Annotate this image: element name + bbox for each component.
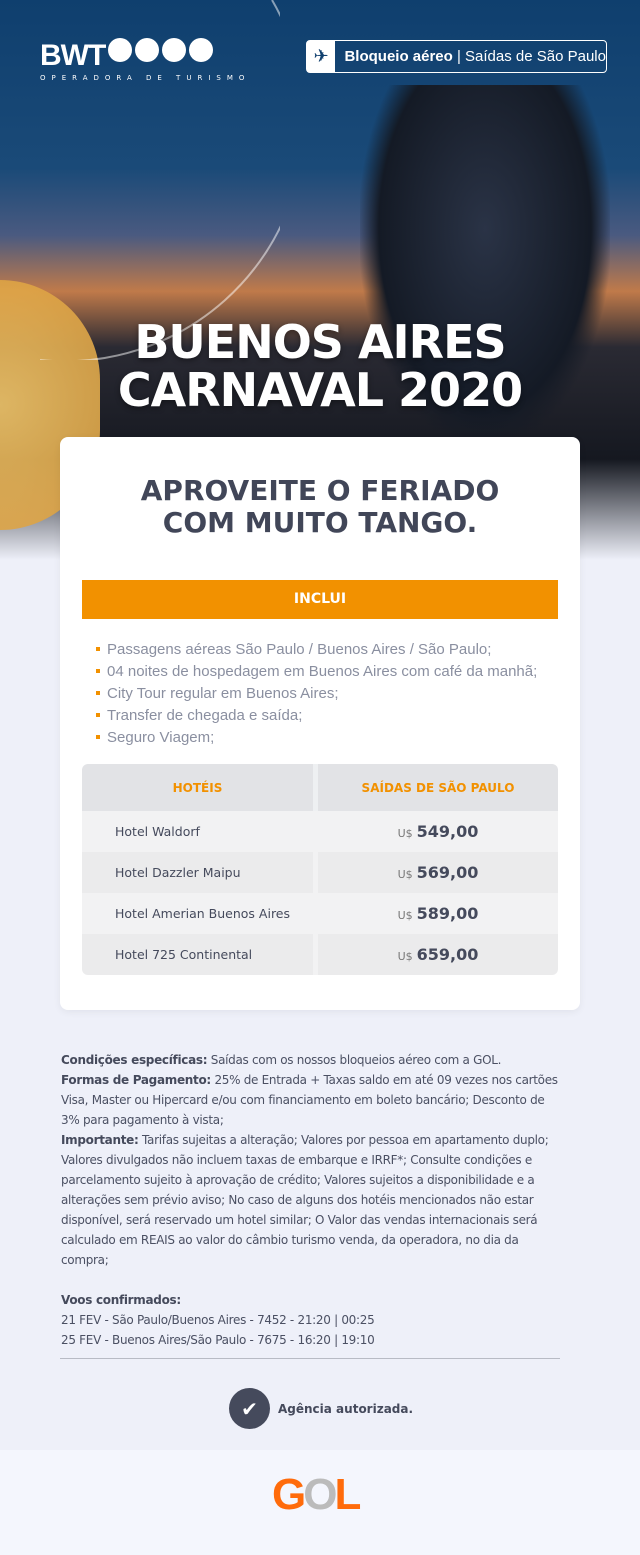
authorized-agency: ✔ Agência autorizada. xyxy=(229,1388,413,1429)
terms-text: Condições específicas: Saídas com os nos… xyxy=(61,1050,561,1350)
includes-header: INCLUI xyxy=(82,580,558,619)
tent-icon xyxy=(189,38,214,62)
suitcase-icon xyxy=(135,38,160,62)
list-item: City Tour regular em Buenos Aires; xyxy=(96,683,560,705)
flight-block-badge: ✈ Bloqueio aéreo | Saídas de São Paulo xyxy=(306,40,607,73)
list-item: Seguro Viagem; xyxy=(96,727,560,749)
list-item: Transfer de chegada e saída; xyxy=(96,705,560,727)
check-circle-icon: ✔ xyxy=(229,1388,270,1429)
airplane-icon: ✈ xyxy=(307,41,336,72)
hotel-name: Hotel Amerian Buenos Aires xyxy=(82,893,318,934)
column-header: SAÍDAS DE SÃO PAULO xyxy=(318,764,558,811)
offer-card: APROVEITE O FERIADO COM MUITO TANGO. INCL… xyxy=(60,437,580,1010)
list-item: 04 noites de hospedagem em Buenos Aires … xyxy=(96,661,560,683)
flight-item: 21 FEV - São Paulo/Buenos Aires - 7452 -… xyxy=(61,1313,375,1327)
table-row: Hotel 725 Continental U$ 659,00 xyxy=(82,934,558,975)
beach-icon xyxy=(162,38,187,62)
page-title: BUENOS AIRES CARNAVAL 2020 xyxy=(117,315,523,417)
hotel-price-table: HOTÉIS SAÍDAS DE SÃO PAULO Hotel Waldorf U… xyxy=(82,764,558,975)
table-row: Hotel Amerian Buenos Aires U$ 589,00 xyxy=(82,893,558,934)
price: U$ 549,00 xyxy=(318,811,558,852)
divider xyxy=(60,1358,560,1359)
bwt-logo[interactable]: BWT OPERADORA DE TURISMO xyxy=(40,38,250,82)
price: U$ 569,00 xyxy=(318,852,558,893)
table-row: Hotel Waldorf U$ 549,00 xyxy=(82,811,558,852)
list-item: Passagens aéreas São Paulo / Buenos Aire… xyxy=(96,639,560,661)
airplane-icon xyxy=(108,38,133,62)
hotel-name: Hotel 725 Continental xyxy=(82,934,318,975)
includes-list: Passagens aéreas São Paulo / Buenos Aire… xyxy=(96,639,560,749)
hotel-name: Hotel Waldorf xyxy=(82,811,318,852)
headline: APROVEITE O FERIADO COM MUITO TANGO. xyxy=(140,474,500,539)
hotel-name: Hotel Dazzler Maipu xyxy=(82,852,318,893)
price: U$ 659,00 xyxy=(318,934,558,975)
price: U$ 589,00 xyxy=(318,893,558,934)
flight-item: 25 FEV - Buenos Aires/São Paulo - 7675 -… xyxy=(61,1333,375,1347)
gol-logo: GOL xyxy=(272,1470,361,1519)
column-header: HOTÉIS xyxy=(82,764,318,811)
table-row: Hotel Dazzler Maipu U$ 569,00 xyxy=(82,852,558,893)
